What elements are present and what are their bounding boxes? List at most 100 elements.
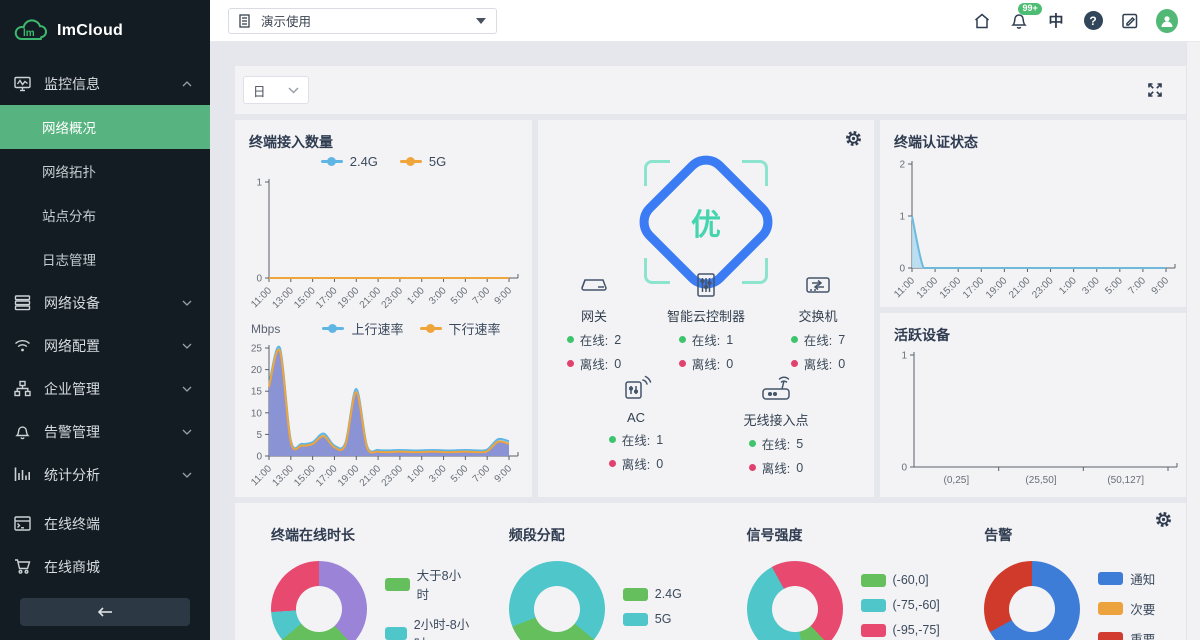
panel-title: 终端认证状态 xyxy=(894,132,978,152)
sidebar-item-statistics[interactable]: 统计分析 xyxy=(0,453,210,496)
online-label: 在线: xyxy=(762,434,790,453)
monitor-chart-icon xyxy=(14,75,31,92)
home-icon xyxy=(973,12,991,30)
device-card-ac[interactable]: AC 在线:1 离线:0 xyxy=(566,372,706,477)
sidebar-subitem-site-distribution[interactable]: 站点分布 xyxy=(0,193,210,237)
bracket-corner xyxy=(742,160,768,186)
legend-item[interactable]: 通知 xyxy=(1098,569,1155,588)
svg-text:9:00: 9:00 xyxy=(1150,275,1172,297)
legend-item[interactable]: 2.4G xyxy=(321,154,378,169)
legend-swatch xyxy=(623,613,648,626)
feedback-button[interactable] xyxy=(1119,10,1141,32)
online-dot xyxy=(609,436,616,443)
legend-item[interactable]: (-75,-60] xyxy=(861,598,940,612)
svg-text:21:00: 21:00 xyxy=(358,285,384,311)
settings-button[interactable] xyxy=(845,130,862,147)
sidebar-collapse-button[interactable] xyxy=(20,598,190,626)
legend-label: 2小时-8小时 xyxy=(414,614,473,640)
legend-label: 2.4G xyxy=(655,587,682,601)
active-devices-bar-chart: 01(0,25](25,50](50,127] xyxy=(884,345,1182,493)
svg-text:23:00: 23:00 xyxy=(380,285,406,311)
gateway-icon xyxy=(579,272,609,298)
legend-item[interactable]: 5G xyxy=(623,612,672,626)
svg-text:17:00: 17:00 xyxy=(314,285,340,311)
period-selector[interactable]: 日 xyxy=(243,76,309,104)
svg-text:3:00: 3:00 xyxy=(427,285,449,307)
toolbar-panel: 日 xyxy=(235,66,1186,114)
legend-item[interactable]: 次要 xyxy=(1098,599,1155,618)
offline-label: 离线: xyxy=(580,354,608,373)
svg-text:11:00: 11:00 xyxy=(249,285,274,310)
sidebar-item-monitoring[interactable]: 监控信息 xyxy=(0,62,210,105)
org-selector[interactable]: 演示使用 xyxy=(228,8,497,34)
svg-text:20: 20 xyxy=(251,365,263,376)
grade-text: 优 xyxy=(691,200,721,244)
device-online-status: 在线:2 xyxy=(567,330,621,349)
device-name: 网关 xyxy=(581,306,607,325)
signal-strength-donut-chart xyxy=(747,561,843,640)
fullscreen-button[interactable] xyxy=(1146,81,1164,99)
device-card-cloud-controller[interactable]: 智能云控制器 在线:1 离线:0 xyxy=(650,272,762,373)
home-button[interactable] xyxy=(971,10,993,32)
signal-strength-section: 信号强度 (-60,0](-75,-60](-95,-75] xyxy=(711,503,949,640)
sidebar-item-label: 在线终端 xyxy=(44,514,192,534)
offline-dot xyxy=(609,460,616,467)
sidebar-item-enterprise-management[interactable]: 企业管理 xyxy=(0,367,210,410)
legend-item[interactable]: 5G xyxy=(400,154,446,169)
legend-item[interactable]: 重要 xyxy=(1098,629,1155,640)
language-button[interactable]: 中 xyxy=(1045,10,1067,32)
device-card-wireless-ap[interactable]: 无线接入点 在线:5 离线:0 xyxy=(706,372,846,477)
legend-item[interactable]: (-60,0] xyxy=(861,573,929,587)
notifications-button[interactable]: 99+ xyxy=(1008,10,1030,32)
svg-text:11:00: 11:00 xyxy=(249,463,274,488)
sidebar-item-network-config[interactable]: 网络配置 xyxy=(0,324,210,367)
sidebar-subitem-network-topology[interactable]: 网络拓扑 xyxy=(0,149,210,193)
legend-item[interactable]: 上行速率 xyxy=(322,319,403,338)
online-count: 1 xyxy=(656,433,663,447)
svg-text:1:00: 1:00 xyxy=(405,463,427,485)
sidebar-item-network-devices[interactable]: 网络设备 xyxy=(0,281,210,324)
donut-hole xyxy=(534,586,580,632)
legend-label: 次要 xyxy=(1130,599,1155,618)
sidebar-item-online-terminals[interactable]: 在线终端 xyxy=(0,502,210,545)
subitem-label: 站点分布 xyxy=(42,205,96,225)
logo: lm ImCloud xyxy=(0,0,210,62)
device-online-status: 在线:1 xyxy=(679,330,733,349)
network-dashboard: lm ImCloud 监控信息 网络概况 网络拓扑 站点分布 日志管理 网络设备 xyxy=(0,0,1200,640)
topbar: 演示使用 99+ 中 ? xyxy=(210,0,1200,42)
legend-swatch xyxy=(385,627,407,640)
sidebar-subitem-network-overview[interactable]: 网络概况 xyxy=(0,105,210,149)
legend-item[interactable]: 2.4G xyxy=(623,587,682,601)
legend-item[interactable]: (-95,-75] xyxy=(861,623,940,637)
svg-text:(25,50]: (25,50] xyxy=(1025,475,1056,486)
sidebar-item-online-mall[interactable]: 在线商城 xyxy=(0,545,210,588)
legend-item[interactable]: 下行速率 xyxy=(420,319,501,338)
legend-item[interactable]: 2小时-8小时 xyxy=(385,614,473,640)
panel-title: 终端接入数量 xyxy=(249,132,333,152)
legend-label: 2.4G xyxy=(350,154,378,169)
alarm-section: 告警 通知次要重要 xyxy=(948,503,1186,640)
device-card-gateway[interactable]: 网关 在线:2 离线:0 xyxy=(538,272,650,373)
online-dot xyxy=(567,336,574,343)
person-icon xyxy=(1160,14,1174,28)
sidebar-subitem-log-management[interactable]: 日志管理 xyxy=(0,237,210,281)
chevron-down-icon xyxy=(182,429,192,435)
sidebar-nav: 监控信息 网络概况 网络拓扑 站点分布 日志管理 网络设备 网络配置 xyxy=(0,62,210,640)
device-offline-status: 离线:0 xyxy=(749,458,803,477)
terminal-auth-panel: 终端认证状态 01211:0013:0015:0017:0019:0021:00… xyxy=(880,120,1186,307)
svg-text:10: 10 xyxy=(251,408,263,419)
edit-form-icon xyxy=(1121,12,1139,30)
svg-text:13:00: 13:00 xyxy=(270,463,296,489)
statistics-panel: 终端在线时长 大于8小时2小时-8小时30分钟-2小时 频段分配 2.4G5G … xyxy=(235,503,1186,640)
legend-item[interactable]: 大于8小时 xyxy=(385,565,473,603)
svg-text:9:00: 9:00 xyxy=(493,463,515,485)
user-avatar[interactable] xyxy=(1156,10,1178,32)
scrollbar[interactable] xyxy=(1186,42,1200,640)
band-allocation-legend: 2.4G 5G xyxy=(623,587,682,626)
device-name: 交换机 xyxy=(798,306,837,325)
legend-label: (-75,-60] xyxy=(893,598,940,612)
device-card-switch[interactable]: 交换机 在线:7 离线:0 xyxy=(762,272,874,373)
online-duration-section: 终端在线时长 大于8小时2小时-8小时30分钟-2小时 xyxy=(235,503,473,640)
help-button[interactable]: ? xyxy=(1082,10,1104,32)
sidebar-item-alarm-management[interactable]: 告警管理 xyxy=(0,410,210,453)
